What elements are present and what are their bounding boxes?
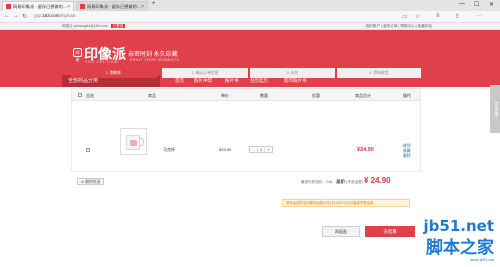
back-icon[interactable]: ← [4, 13, 10, 19]
select-all-checkbox[interactable] [78, 93, 82, 97]
header-operation: 操作 [403, 93, 411, 98]
slogan-subtext: PRINT YOUR MOMENTS [130, 58, 180, 62]
maximize-icon[interactable]: ☐ [474, 1, 479, 8]
header-quantity: 数量 [260, 93, 268, 98]
item-subtotal: ¥24.90 [357, 147, 374, 153]
step-pay: 3. 支付 [250, 68, 335, 78]
cart-table-header: 全选 商品 单价 数量 优惠 商品总计 操作 [71, 88, 421, 101]
continue-shopping-button[interactable]: 再逛逛 [322, 226, 360, 237]
account-email[interactable]: 网易云 pchangshi@163.com [62, 24, 108, 28]
close-tab-icon[interactable]: × [141, 4, 144, 10]
site-header: 网易 印像派 YXP.163.COM 亲密时刻 永久珍藏 PRINT YOUR … [0, 30, 500, 87]
mug-image [126, 135, 140, 150]
delete-selected-label: 删除所选 [85, 180, 101, 184]
qty-input[interactable]: 1 [258, 147, 266, 152]
browser-tab-bar: 网易印象派 - 留存已想做的… × 网易印象派 - 留存已想做的… × + — … [0, 0, 500, 11]
delete-selected-button[interactable]: ⊘ 删除所选 [77, 178, 105, 185]
product-name[interactable]: 马克杯 [163, 147, 175, 153]
url-domain: 163.com [42, 13, 60, 18]
close-tab-icon[interactable]: × [67, 4, 70, 10]
qty-minus-button[interactable]: - [250, 147, 258, 152]
login-badge: 已登录 [110, 24, 126, 28]
step-receive: 4. 等待收货 [337, 68, 421, 78]
step-confirm: 2. 确认订单信息 [162, 68, 248, 78]
share-icon[interactable]: ⇪ [455, 13, 460, 20]
logo-badge: 网易 [73, 48, 82, 62]
site-favicon-icon [6, 4, 11, 9]
hub-icon[interactable]: ≡ [436, 13, 440, 19]
delete-item-link[interactable]: 删除 [403, 154, 411, 159]
qty-plus-button[interactable]: + [265, 147, 272, 152]
item-checkbox[interactable] [86, 148, 90, 152]
total-small-note: 最低可折扣价：248 [301, 180, 333, 184]
cart-item-row: 马克杯 ¥24.90 - 1 + ¥24.90 移到 收藏 删除 [71, 101, 421, 172]
favorite-star-icon[interactable]: ☆ [415, 13, 420, 20]
header-select-all: 全选 [86, 93, 94, 98]
browser-tab[interactable]: 网易印象派 - 留存已想做的… × [76, 1, 148, 11]
url-field[interactable]: yxp.163.com/my/cart [34, 13, 76, 18]
unit-price: ¥24.90 [219, 147, 232, 152]
slogan: 亲密时刻 永久珍藏 [128, 52, 178, 58]
product-thumbnail[interactable] [120, 128, 147, 155]
order-steps: 1. 购物车 2. 确认订单信息 3. 支付 4. 等待收货 [71, 68, 421, 78]
shipping-notice: 现免运费的活动期间运费(4月1日-6月31日)可最高享受运费 [282, 199, 410, 207]
browser-tab[interactable]: 网易印象派 - 留存已想做的… × [2, 1, 74, 11]
refresh-icon[interactable]: ↻ [22, 13, 27, 20]
logo-subtext: YXP.163.COM [85, 60, 119, 64]
total-line: 最低可折扣价：248 总价 (不含运费) ¥ 24.90 [301, 176, 391, 185]
watermark-line2: 脚本之家 [426, 238, 494, 258]
cart-footer: ⊘ 删除所选 最低可折扣价：248 总价 (不含运费) ¥ 24.90 [71, 176, 421, 186]
site-favicon-icon [80, 4, 85, 9]
new-tab-button[interactable]: + [152, 1, 156, 7]
step-cart: 1. 购物车 [71, 68, 156, 78]
tab-title: 网易印象派 - 留存已想做的… [87, 3, 141, 9]
total-note: (不含运费) [346, 180, 363, 184]
top-links[interactable]: 我的账户 | 我的订单 | 帮助中心 | 收藏本站 [366, 24, 432, 29]
header-unit-price: 单价 [221, 93, 229, 98]
watermark: jb51.net 脚本之家 www.jb51.net [424, 217, 494, 262]
quantity-stepper[interactable]: - 1 + [249, 146, 273, 153]
tab-title: 网易印象派 - 留存已想做的… [13, 3, 67, 9]
header-product: 商品 [148, 93, 156, 98]
reading-view-icon[interactable]: ▭ [402, 13, 408, 20]
minimize-icon[interactable]: — [459, 1, 465, 7]
account-info: 网易云 pchangshi@163.com 已登录 [62, 24, 126, 29]
header-discount: 优惠 [312, 93, 320, 98]
mug-print [130, 140, 137, 146]
mug-handle [139, 138, 144, 146]
step-arrow [156, 68, 161, 78]
close-window-icon[interactable]: ✕ [489, 1, 494, 8]
address-bar-row: ← → ↻ yxp.163.com/my/cart ▭ ☆ ≡ ⇪ ··· [0, 11, 500, 23]
url-path: /my/cart [59, 13, 76, 18]
checkout-button[interactable]: 去结算 [365, 226, 415, 237]
more-icon[interactable]: ··· [476, 13, 482, 19]
forward-icon[interactable]: → [13, 13, 19, 19]
feedback-side-tab[interactable]: 意见反馈 [490, 85, 500, 133]
header-subtotal: 商品总计 [355, 93, 371, 98]
total-value: ¥ 24.90 [363, 176, 391, 185]
total-label: 总价 [336, 179, 346, 184]
top-info-bar: 网易云 pchangshi@163.com 已登录 我的账户 | 我的订单 | 帮… [0, 23, 500, 30]
